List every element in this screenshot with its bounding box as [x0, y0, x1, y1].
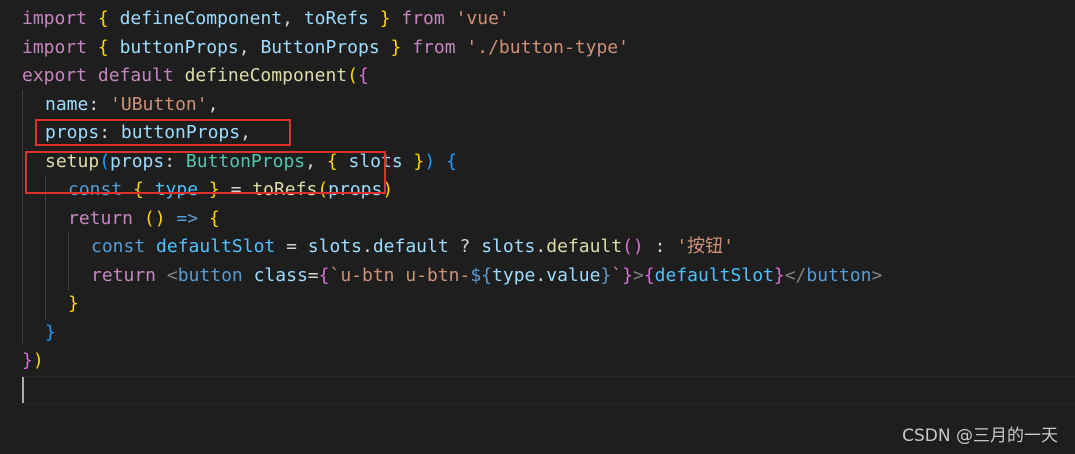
text-cursor — [22, 377, 24, 403]
identifier: slots — [307, 236, 362, 257]
paren: () — [622, 236, 644, 257]
indent-guide — [45, 176, 46, 320]
string: '按钮' — [676, 236, 734, 257]
brace: { — [97, 37, 109, 58]
keyword: from — [412, 37, 456, 58]
identifier: buttonProps — [119, 37, 239, 58]
watermark-text: CSDN @三月的一天 — [902, 426, 1058, 446]
template-interpolation: ${ — [470, 265, 493, 286]
identifier: defineComponent — [119, 8, 283, 29]
code-line-3: export default defineComponent({ — [22, 62, 369, 90]
keyword: from — [401, 8, 445, 29]
brace: } — [379, 8, 391, 29]
code-line-8: return () => { — [68, 205, 220, 233]
operator: = — [286, 236, 297, 257]
code-line-1: import { defineComponent, toRefs } from … — [22, 5, 510, 33]
highlight-box-setup — [25, 151, 386, 194]
punctuation: , — [282, 8, 293, 29]
identifier: defaultSlot — [156, 236, 276, 257]
brace: } — [773, 265, 785, 286]
identifier: slots — [481, 236, 536, 257]
template-string: u-btn u-btn- — [340, 265, 471, 286]
brace: } — [390, 37, 402, 58]
brace: } — [68, 293, 79, 314]
code-line-2: import { buttonProps, ButtonProps } from… — [22, 34, 629, 62]
brace: { — [357, 65, 369, 86]
code-line-10: return <button class={`u-btn u-btn-${typ… — [91, 262, 882, 290]
identifier: toRefs — [303, 8, 369, 29]
brace: { — [97, 8, 109, 29]
code-line-9: const defaultSlot = slots.default ? slot… — [91, 233, 734, 261]
property: value — [546, 265, 601, 286]
template-interpolation: } — [600, 265, 612, 286]
paren: () — [143, 208, 166, 229]
punctuation: . — [361, 236, 373, 257]
string: 'UButton' — [110, 94, 208, 115]
string: 'vue' — [455, 8, 510, 29]
keyword: default — [97, 65, 174, 86]
attribute: class — [253, 265, 308, 286]
tag-name: button — [177, 265, 243, 286]
brace: { — [208, 208, 220, 229]
brace: } — [413, 151, 425, 172]
operator: : — [654, 236, 666, 257]
punctuation: , — [238, 37, 250, 58]
code-line-12: } — [45, 319, 56, 347]
keyword: export — [22, 65, 88, 86]
string: './button-type' — [466, 37, 629, 58]
tag-bracket: > — [632, 265, 644, 286]
code-line-4: name: 'UButton', — [45, 91, 218, 119]
tag-name: button — [806, 265, 872, 286]
brace: } — [45, 322, 56, 343]
brace: } — [622, 265, 633, 286]
identifier: defaultSlot — [654, 265, 774, 286]
punctuation: : — [88, 94, 100, 115]
tag-bracket: < — [166, 265, 178, 286]
function-name: default — [546, 236, 623, 257]
template-string: ` — [329, 265, 341, 286]
punctuation: , — [207, 94, 219, 115]
code-line-11: } — [68, 290, 79, 318]
punctuation: . — [535, 265, 547, 286]
keyword: import — [22, 8, 88, 29]
brace: { — [643, 265, 655, 286]
paren: ) — [424, 151, 436, 172]
operator: ? — [459, 236, 471, 257]
current-line-highlight — [22, 376, 1075, 405]
code-editor[interactable]: import { defineComponent, toRefs } from … — [0, 0, 1075, 454]
keyword: const — [91, 236, 146, 257]
operator: => — [176, 208, 199, 229]
indent-guide — [22, 90, 23, 344]
operator: = — [307, 265, 319, 286]
paren: ( — [347, 65, 358, 86]
template-string: ` — [611, 265, 623, 286]
punctuation: . — [535, 236, 547, 257]
function-name: defineComponent — [184, 65, 348, 86]
brace: { — [318, 265, 330, 286]
tag-bracket: </ — [784, 265, 807, 286]
identifier: type — [492, 265, 536, 286]
brace: { — [446, 151, 457, 172]
property: name — [45, 94, 89, 115]
property: default — [372, 236, 449, 257]
brace: } — [22, 350, 33, 371]
keyword: import — [22, 37, 88, 58]
highlight-box-props — [35, 119, 291, 146]
tag-bracket: > — [871, 265, 883, 286]
indent-guide — [68, 233, 69, 291]
paren: ) — [32, 350, 44, 371]
keyword: return — [91, 265, 157, 286]
identifier: ButtonProps — [260, 37, 380, 58]
keyword: return — [68, 208, 134, 229]
code-line-13: }) — [22, 347, 44, 375]
